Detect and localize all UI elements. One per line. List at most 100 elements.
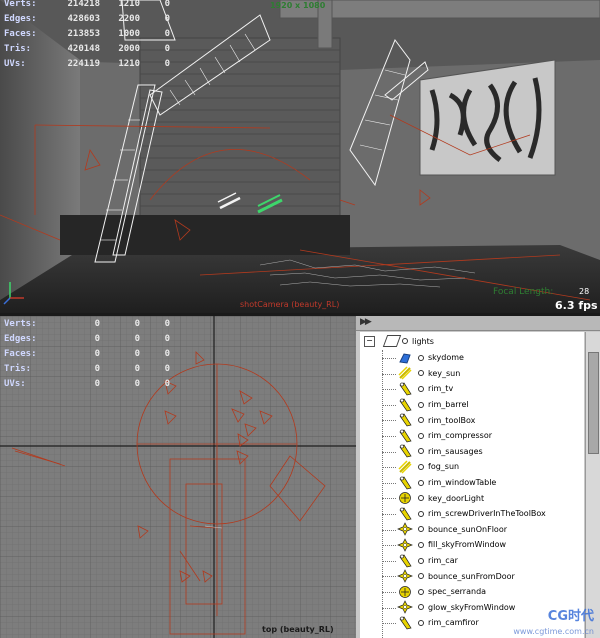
watermark-brand: CG时代 [547,609,594,624]
outliner-item-label: spec_serranda [428,587,487,597]
outliner-item-label: fill_skyFromWindow [428,540,507,550]
hud-value: 0 [94,348,100,359]
outliner-item-label: rim_windowTable [428,478,497,488]
tree-branch-line [382,529,396,531]
directional-light-icon [397,366,413,380]
node-dot-icon [418,510,424,517]
hud-value: 213853 [67,28,100,39]
tree-branch-line [382,560,396,562]
tree-branch-line [382,607,396,609]
outliner-item-10[interactable]: rim_screwDriverInTheToolBox [360,506,584,522]
hud-value: 1210 [118,58,140,69]
spot-light-icon [397,476,413,490]
top-camera-label: top (beauty_RL) [262,625,334,634]
outliner-item-9[interactable]: key_doorLight [360,490,584,506]
spot-light-icon [397,398,413,412]
outliner-item-2[interactable]: rim_tv [360,381,584,397]
tree-branch-line [382,513,396,515]
outliner-item-8[interactable]: rim_windowTable [360,475,584,491]
hud-value: 214218 [67,0,100,9]
hud-label: Edges: [4,13,37,24]
hud-value: 0 [164,318,170,329]
node-dot-icon [418,619,424,626]
spot-light-icon [397,616,413,630]
outliner-panel[interactable]: ▶▶ − lights skydome key_sun rim_tv rim_b… [356,316,600,638]
outliner-root-item[interactable]: − lights [360,332,584,350]
tree-branch-line [382,545,396,547]
area-light-icon [397,600,413,615]
outliner-item-label: rim_camfiror [428,618,479,628]
spot-light-icon [397,507,413,521]
node-dot-icon [418,401,424,408]
outliner-item-label: rim_tv [428,384,454,394]
collapse-icon[interactable]: − [364,335,375,347]
outliner-item-label: rim_barrel [428,400,469,410]
scrollbar-thumb[interactable] [588,352,599,454]
node-dot-icon [418,448,424,455]
outliner-item-12[interactable]: fill_skyFromWindow [360,537,584,553]
focal-length-label: Focal Length: [493,287,554,297]
hud-label: Verts: [4,318,37,329]
outliner-scrollbar[interactable] [585,332,600,638]
hud-value: 1000 [118,28,140,39]
top-hud-stats: Verts: 0 0 0 Edges: 0 0 0 Faces: 0 0 0 Tris: 0 0 0 U… [4,316,170,391]
node-dot-icon [418,526,424,533]
root-label: lights [412,336,434,346]
tree-branch-line [382,498,396,500]
outliner-item-1[interactable]: key_sun [360,366,584,382]
expand-arrows-icon[interactable]: ▶▶ [360,317,372,327]
tree-branch-line [382,467,396,469]
hud-value: 1210 [118,0,140,9]
outliner-item-label: key_sun [428,368,461,378]
outliner-item-label: fog_sun [428,462,460,472]
node-dot-icon [418,370,424,377]
spot-light-icon [397,444,413,458]
hud-value: 224119 [67,58,100,69]
hud-label: Faces: [4,348,37,359]
node-dot-icon [418,479,424,486]
point-light-icon [397,585,413,599]
tree-branch-line [382,482,396,484]
area-light-icon [397,569,413,583]
hud-value: 0 [164,58,170,69]
tree-branch-line [382,389,396,391]
hud-value: 0 [94,333,100,344]
node-dot-icon [418,573,424,580]
outliner-item-7[interactable]: fog_sun [360,459,584,475]
hud-value: 0 [134,348,140,359]
outliner-item-3[interactable]: rim_barrel [360,397,584,413]
node-dot-icon [418,604,424,611]
tree-branch-line [382,404,396,406]
outliner-item-label: key_doorLight [428,493,485,503]
outliner-item-15[interactable]: spec_serranda [360,584,584,600]
area-light-icon [397,522,413,537]
hud-value: 0 [94,378,100,389]
outliner-item-11[interactable]: bounce_sunOnFloor [360,522,584,538]
hud-value: 0 [134,363,140,374]
perspective-viewport[interactable]: Verts: 214218 1210 0 Edges: 428603 2200 0 Face… [0,0,600,313]
hud-value: 0 [134,378,140,389]
outliner-item-label: skydome [428,353,464,363]
outliner-item-14[interactable]: bounce_sunFromDoor [360,568,584,584]
tree-branch-line [382,358,396,359]
outliner-item-5[interactable]: rim_compressor [360,428,584,444]
outliner-item-6[interactable]: rim_sausages [360,444,584,460]
hud-value: 420148 [67,43,100,54]
outliner-item-4[interactable]: rim_toolBox [360,412,584,428]
hud-label: Verts: [4,0,37,9]
outliner-item-0[interactable]: skydome [360,350,584,366]
tree-branch-line [382,576,396,578]
node-dot-icon [418,385,424,392]
top-viewport[interactable]: Verts: 0 0 0 Edges: 0 0 0 Faces: 0 0 0 Tris: 0 0 0 U… [0,316,356,638]
outliner-item-label: rim_toolBox [428,415,476,425]
outliner-item-label: glow_skyFromWindow [428,602,516,612]
outliner-item-13[interactable]: rim_car [360,553,584,569]
outliner-item-label: bounce_sunOnFloor [428,524,508,534]
window [419,59,556,176]
outliner-toolbar: ▶▶ [356,316,600,331]
resolution-gate-label: 1920 x 1080 [270,1,326,10]
spot-light-icon [397,413,413,427]
hud-value: 0 [134,333,140,344]
outliner-tree[interactable]: − lights skydome key_sun rim_tv rim_barr… [360,332,584,638]
hud-value: 0 [164,43,170,54]
